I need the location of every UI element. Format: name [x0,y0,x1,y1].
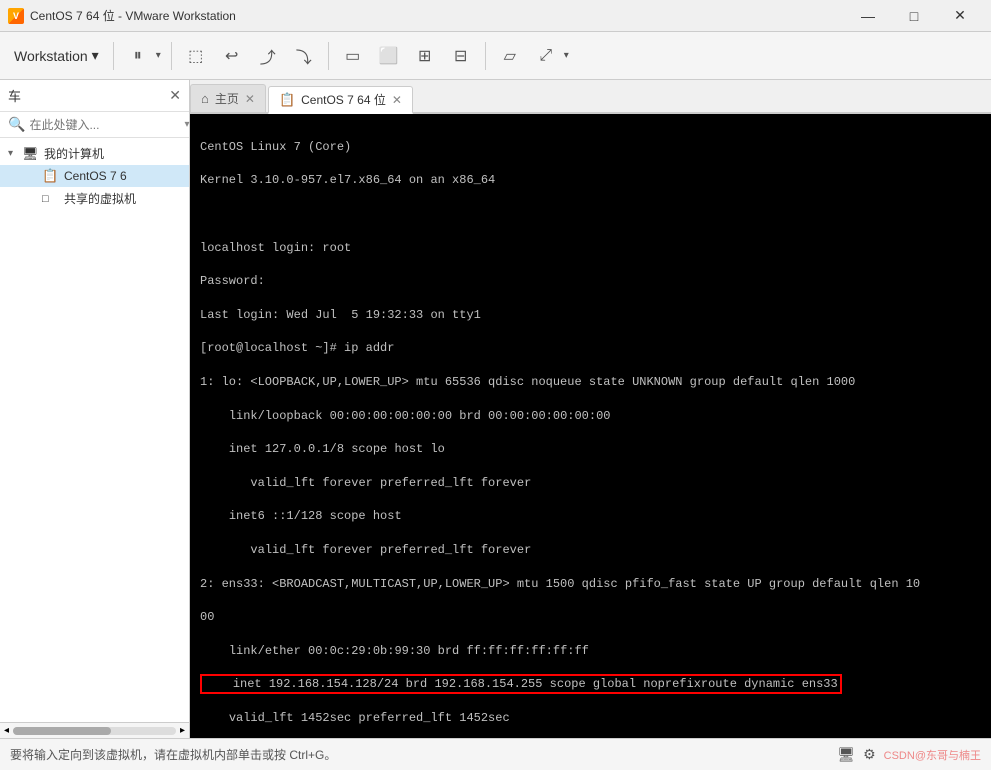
home-tab-close[interactable]: ✕ [245,92,255,106]
status-bar: 要将输入定向到该虚拟机，请在虚拟机内部单击或按 Ctrl+G。 🖥 ⚙ CSDN… [0,738,991,770]
home-tab-label: 主页 [215,90,239,107]
status-text: 要将输入定向到该虚拟机，请在虚拟机内部单击或按 Ctrl+G。 [10,746,837,763]
terminal-line-14: 2: ens33: <BROADCAST,MULTICAST,UP,LOWER_… [200,576,981,593]
shared-vm-icon: □ [42,193,60,205]
window-title: CentOS 7 64 位 - VMware Workstation [30,7,845,24]
terminal-line-10: inet 127.0.0.1/8 scope host lo [200,441,981,458]
virtual-network-button[interactable]: ⬚ [180,40,212,72]
search-input[interactable] [29,118,184,132]
centos7-tab-label: CentOS 7 64 位 [301,91,386,108]
hscroll-track[interactable] [13,727,176,735]
hscroll-thumb [13,727,111,735]
terminal-line-6: Last login: Wed Jul 5 19:32:33 on tty1 [200,307,981,324]
content-area: ⌂ 主页 ✕ 📋 CentOS 7 64 位 ✕ CentOS Linux 7 … [190,80,991,738]
workstation-menu[interactable]: Workstation ▾ [8,43,105,68]
terminal-line-17: valid_lft 1452sec preferred_lft 1452sec [200,710,981,727]
snapshot-manager-button[interactable]: ⤴ [252,40,284,72]
sidebar: 车 ✕ 🔍 ▾ ▾ 🖥 我的计算机 📋 CentOS 7 6 [0,80,190,738]
tree-arrow-my-computer: ▾ [8,148,22,159]
workstation-dropdown-arrow: ▾ [92,47,99,64]
title-bar: V CentOS 7 64 位 - VMware Workstation — □… [0,0,991,32]
snapshot-button[interactable]: ↩ [216,40,248,72]
terminal-line-13: valid_lft forever preferred_lft forever [200,542,981,559]
tree-item-shared-vms[interactable]: □ 共享的虚拟机 [0,187,189,210]
share-button[interactable]: ⤵ [288,40,320,72]
window-controls: — □ ✕ [845,0,983,32]
hscroll-right-arrow[interactable]: ▸ [180,725,185,736]
toolbar-separator-1 [113,42,114,70]
normal-view-button[interactable]: ▭ [337,40,369,72]
terminal-line-16: link/ether 00:0c:29:0b:99:30 brd ff:ff:f… [200,643,981,660]
centos7-tab-close[interactable]: ✕ [392,93,402,107]
terminal-line-highlight: inet 192.168.154.128/24 brd 192.168.154.… [200,676,981,693]
sidebar-search-bar: 🔍 ▾ [0,112,189,138]
sidebar-close-button[interactable]: ✕ [169,87,181,104]
extend-view-button[interactable]: ⤢ [530,40,562,72]
terminal-line-7: [root@localhost ~]# ip addr [200,340,981,357]
search-icon: 🔍 [8,116,25,133]
tab-home[interactable]: ⌂ 主页 ✕ [190,84,266,112]
tree-item-my-computer[interactable]: ▾ 🖥 我的计算机 [0,142,189,165]
workstation-label: Workstation [14,48,88,64]
terminal-line-2: Kernel 3.10.0-957.el7.x86_64 on an x86_6… [200,172,981,189]
terminal-line-12: inet6 ::1/128 scope host [200,508,981,525]
close-button[interactable]: ✕ [937,0,983,32]
terminal[interactable]: CentOS Linux 7 (Core) Kernel 3.10.0-957.… [190,114,991,738]
search-dropdown-arrow[interactable]: ▾ [184,119,189,130]
settings-status-icon: ⚙ [863,746,876,763]
terminal-line-1: CentOS Linux 7 (Core) [200,139,981,156]
terminal-line-3 [200,206,981,223]
pause-button[interactable]: ⏸ [122,40,154,72]
network-status-icon: 🖥 [837,746,855,763]
main-toolbar: Workstation ▾ ⏸ ▾ ⬚ ↩ ⤴ ⤵ ▭ ⬜ ⊞ ⊟ ▱ ⤢ ▾ [0,32,991,80]
status-icons: 🖥 ⚙ CSDN@东哥与楠王 [837,746,981,763]
shared-vm-label: 共享的虚拟机 [64,190,136,207]
console-button[interactable]: ▱ [494,40,526,72]
toolbar-separator-3 [328,42,329,70]
home-tab-icon: ⌂ [201,91,209,106]
pause-group: ⏸ ▾ [122,40,163,72]
tree-item-centos7[interactable]: 📋 CentOS 7 6 [0,165,189,187]
terminal-line-5: Password: [200,273,981,290]
tab-bar: ⌂ 主页 ✕ 📋 CentOS 7 64 位 ✕ [190,80,991,114]
view-group: ⤢ ▾ [530,40,571,72]
tab-centos7[interactable]: 📋 CentOS 7 64 位 ✕ [268,86,413,114]
sidebar-hscrollbar[interactable]: ◂ ▸ [0,722,189,738]
terminal-line-9: link/loopback 00:00:00:00:00:00 brd 00:0… [200,408,981,425]
terminal-line-4: localhost login: root [200,240,981,257]
maximize-button[interactable]: □ [891,0,937,32]
terminal-line-11: valid_lft forever preferred_lft forever [200,475,981,492]
highlight-inet-line: inet 192.168.154.128/24 brd 192.168.154.… [200,674,842,694]
switch-button[interactable]: ⊟ [445,40,477,72]
computer-icon: 🖥 [22,146,40,162]
watermark-text: CSDN@东哥与楠王 [884,747,981,763]
toolbar-separator-4 [485,42,486,70]
my-computer-label: 我的计算机 [44,145,104,162]
unity-button[interactable]: ⊞ [409,40,441,72]
minimize-button[interactable]: — [845,0,891,32]
pause-dropdown-arrow[interactable]: ▾ [154,46,163,65]
app-icon: V [8,8,24,24]
hscroll-left-arrow[interactable]: ◂ [4,725,9,736]
sidebar-tree: ▾ 🖥 我的计算机 📋 CentOS 7 6 □ 共享的虚拟机 [0,138,189,722]
centos7-label: CentOS 7 6 [64,169,127,183]
terminal-line-8: 1: lo: <LOOPBACK,UP,LOWER_UP> mtu 65536 … [200,374,981,391]
sidebar-header: 车 ✕ [0,80,189,112]
fullscreen-button[interactable]: ⬜ [373,40,405,72]
terminal-line-15: 00 [200,609,981,626]
centos7-tab-icon: 📋 [279,92,295,108]
view-dropdown-arrow[interactable]: ▾ [562,46,571,65]
vm-icon-centos7: 📋 [42,168,60,184]
main-layout: 车 ✕ 🔍 ▾ ▾ 🖥 我的计算机 📋 CentOS 7 6 [0,80,991,738]
sidebar-title: 车 [8,86,21,105]
vmware-logo: V [8,8,24,24]
toolbar-separator-2 [171,42,172,70]
